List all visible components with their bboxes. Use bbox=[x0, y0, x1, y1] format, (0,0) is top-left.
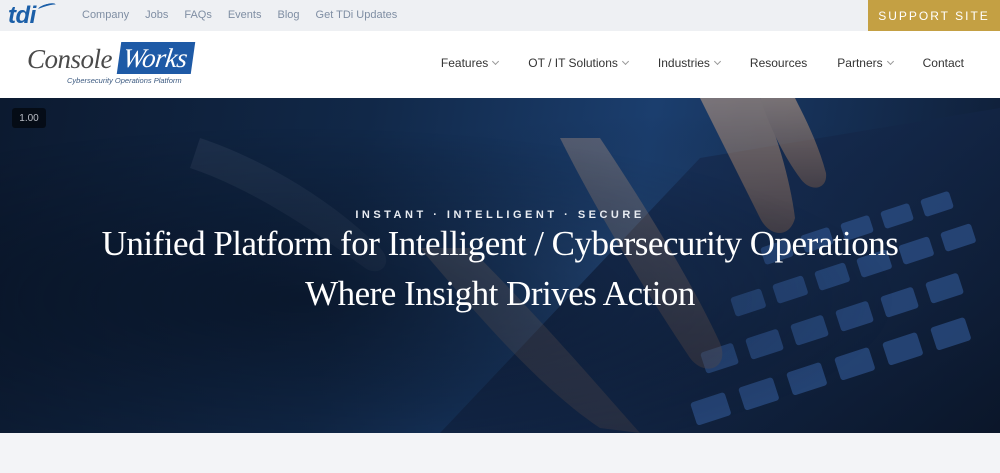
consoleworks-logo[interactable]: Console Works Cybersecurity Operations P… bbox=[27, 42, 217, 88]
chevron-down-icon bbox=[886, 57, 894, 66]
nav-item-features[interactable]: Features bbox=[440, 56, 500, 70]
top-link-updates[interactable]: Get TDi Updates bbox=[316, 9, 398, 21]
top-link-faqs[interactable]: FAQs bbox=[184, 9, 212, 21]
nav-item-label: Partners bbox=[837, 56, 883, 70]
hero-headline-line1: Unified Platform for Intelligent / Cyber… bbox=[101, 224, 899, 263]
support-site-button[interactable]: SUPPORT SITE bbox=[868, 0, 1000, 31]
top-utility-bar: tdi Company Jobs FAQs Events Blog Get TD… bbox=[0, 0, 1000, 31]
nav-item-contact[interactable]: Contact bbox=[923, 56, 964, 70]
top-link-company[interactable]: Company bbox=[82, 9, 129, 21]
logo-tagline: Cybersecurity Operations Platform bbox=[67, 76, 182, 85]
hero-video[interactable]: 1.00 INSTANT · INTELLIGENT · SECURE Unif… bbox=[0, 98, 1000, 433]
logo-console-text: Console bbox=[27, 44, 113, 74]
nav-item-label: Resources bbox=[749, 56, 808, 70]
nav-links: Features OT / IT Solutions Industries Re… bbox=[411, 56, 964, 70]
chevron-down-icon bbox=[713, 57, 721, 66]
content-section-start bbox=[0, 433, 1000, 473]
logo-works-text: Works bbox=[116, 42, 196, 74]
hero-overlay bbox=[0, 98, 1000, 433]
nav-item-label: Industries bbox=[657, 56, 710, 70]
chevron-down-icon bbox=[492, 57, 500, 66]
hero-headline-line2: Where Insight Drives Action bbox=[305, 274, 695, 313]
nav-item-partners[interactable]: Partners bbox=[837, 56, 894, 70]
nav-item-ot-it-solutions[interactable]: OT / IT Solutions bbox=[528, 56, 629, 70]
nav-item-label: OT / IT Solutions bbox=[528, 56, 618, 70]
nav-item-label: Contact bbox=[922, 56, 964, 70]
top-link-events[interactable]: Events bbox=[228, 9, 262, 21]
tdi-logo-text: tdi bbox=[8, 2, 36, 29]
chevron-down-icon bbox=[621, 57, 629, 66]
playback-speed-badge[interactable]: 1.00 bbox=[12, 108, 46, 128]
nav-item-label: Features bbox=[440, 56, 489, 70]
tdi-logo[interactable]: tdi bbox=[8, 1, 57, 30]
hero-eyebrow: INSTANT · INTELLIGENT · SECURE bbox=[355, 209, 645, 221]
top-link-jobs[interactable]: Jobs bbox=[145, 9, 168, 21]
nav-item-industries[interactable]: Industries bbox=[657, 56, 721, 70]
top-links: Company Jobs FAQs Events Blog Get TDi Up… bbox=[82, 9, 397, 21]
top-link-blog[interactable]: Blog bbox=[277, 9, 299, 21]
nav-item-resources[interactable]: Resources bbox=[750, 56, 807, 70]
tdi-swoosh-icon bbox=[37, 1, 57, 13]
main-navbar: Console Works Cybersecurity Operations P… bbox=[0, 31, 1000, 98]
